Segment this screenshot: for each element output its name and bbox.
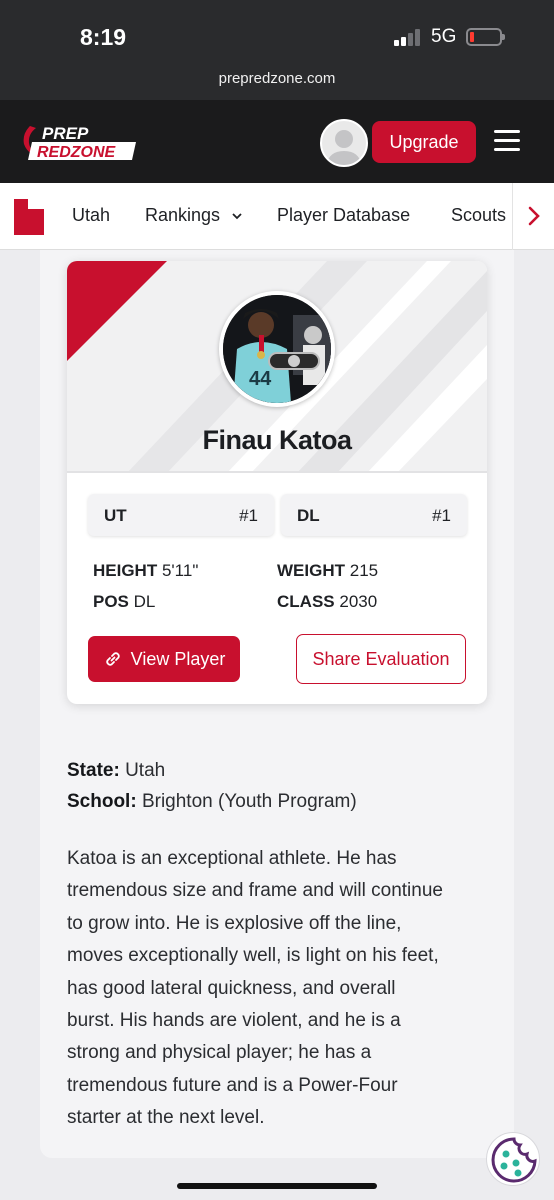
view-player-label: View Player: [130, 648, 226, 669]
evaluation-line: strong and physical player; he has a: [67, 1042, 372, 1064]
pos-label: POS: [93, 592, 129, 611]
evaluation-line: tremendous size and frame and will conti…: [67, 880, 443, 902]
evaluation-line: burst. His hands are violent, and he is …: [67, 1010, 401, 1032]
height-value: 5'11": [161, 561, 199, 580]
player-card: 44 Finau Katoa UT #1 DL #1 HEIGHT 5'11" …: [67, 261, 487, 704]
svg-text:REDZONE: REDZONE: [37, 144, 117, 161]
svg-text:PREP: PREP: [42, 124, 89, 143]
nav-item-utah[interactable]: Utah: [72, 205, 110, 226]
battery-icon: [466, 28, 505, 46]
chevron-right-icon[interactable]: [524, 203, 544, 229]
evaluation-line: to grow into. He is explosive off the li…: [67, 912, 402, 934]
height-label: HEIGHT: [93, 561, 158, 580]
player-hero: 44 Finau Katoa: [67, 261, 487, 473]
chevron-down-icon: [232, 213, 242, 220]
school-info-label: School:: [67, 791, 137, 812]
school-info-value: Brighton (Youth Program): [141, 791, 357, 812]
state-nav: Utah Rankings Player Database Scouts: [0, 183, 554, 250]
height-stat: HEIGHT 5'11": [93, 561, 198, 581]
evaluation-line: tremendous future and is a Power-Four: [67, 1074, 398, 1096]
position-rank-badge[interactable]: DL #1: [281, 494, 467, 536]
upgrade-button[interactable]: Upgrade: [372, 121, 476, 163]
nav-item-rankings-label: Rankings: [145, 205, 221, 225]
evaluation-line: Katoa is an exceptional athlete. He has: [67, 848, 397, 869]
pos-value: DL: [133, 592, 156, 611]
class-label: CLASS: [277, 592, 335, 611]
state-info-value: Utah: [125, 760, 166, 781]
player-photo: 44: [219, 291, 335, 407]
cookie-settings-button[interactable]: [486, 1132, 540, 1186]
cookie-icon: [491, 1137, 537, 1183]
user-avatar[interactable]: [320, 119, 368, 167]
class-stat: CLASS 2030: [277, 592, 377, 612]
school-info: School: Brighton (Youth Program): [67, 791, 357, 813]
link-icon: [105, 652, 120, 666]
menu-icon[interactable]: [494, 130, 520, 152]
nav-item-rankings[interactable]: Rankings: [145, 205, 243, 226]
cellular-signal-icon: [394, 28, 424, 46]
position-stat: POS DL: [93, 592, 155, 612]
share-evaluation-button[interactable]: Share Evaluation: [296, 634, 466, 684]
weight-stat: WEIGHT 215: [277, 561, 378, 581]
nav-item-player-database[interactable]: Player Database: [277, 205, 410, 226]
nav-divider: [512, 183, 513, 250]
view-player-button[interactable]: View Player: [88, 636, 240, 682]
svg-text:44: 44: [249, 368, 272, 390]
weight-label: WEIGHT: [277, 561, 345, 580]
state-info: State: Utah: [67, 760, 165, 782]
utah-state-icon[interactable]: [14, 199, 44, 235]
evaluation-line: moves exceptionally well, is light on hi…: [67, 945, 439, 967]
nav-item-scouts[interactable]: Scouts: [451, 205, 506, 226]
network-type: 5G: [431, 26, 457, 47]
state-info-label: State:: [67, 760, 120, 781]
state-rank-label: UT: [104, 506, 127, 525]
player-name: Finau Katoa: [202, 425, 352, 455]
status-time: 8:19: [80, 24, 127, 50]
state-rank-badge[interactable]: UT #1: [88, 494, 274, 536]
weight-value: 215: [349, 561, 379, 580]
class-value: 2030: [339, 592, 378, 611]
state-rank-value: #1: [239, 506, 258, 525]
evaluation-text: Katoa is an exceptional athlete. He has …: [67, 843, 497, 1135]
evaluation-line: starter at the next level.: [67, 1107, 265, 1129]
address-bar[interactable]: prepredzone.com: [0, 70, 554, 87]
evaluation-line: has good lateral quickness, and overall: [67, 977, 396, 999]
position-rank-label: DL: [297, 506, 320, 525]
position-rank-value: #1: [432, 506, 451, 525]
prep-redzone-logo[interactable]: PREP REDZONE: [20, 122, 136, 162]
home-indicator: [177, 1183, 377, 1189]
